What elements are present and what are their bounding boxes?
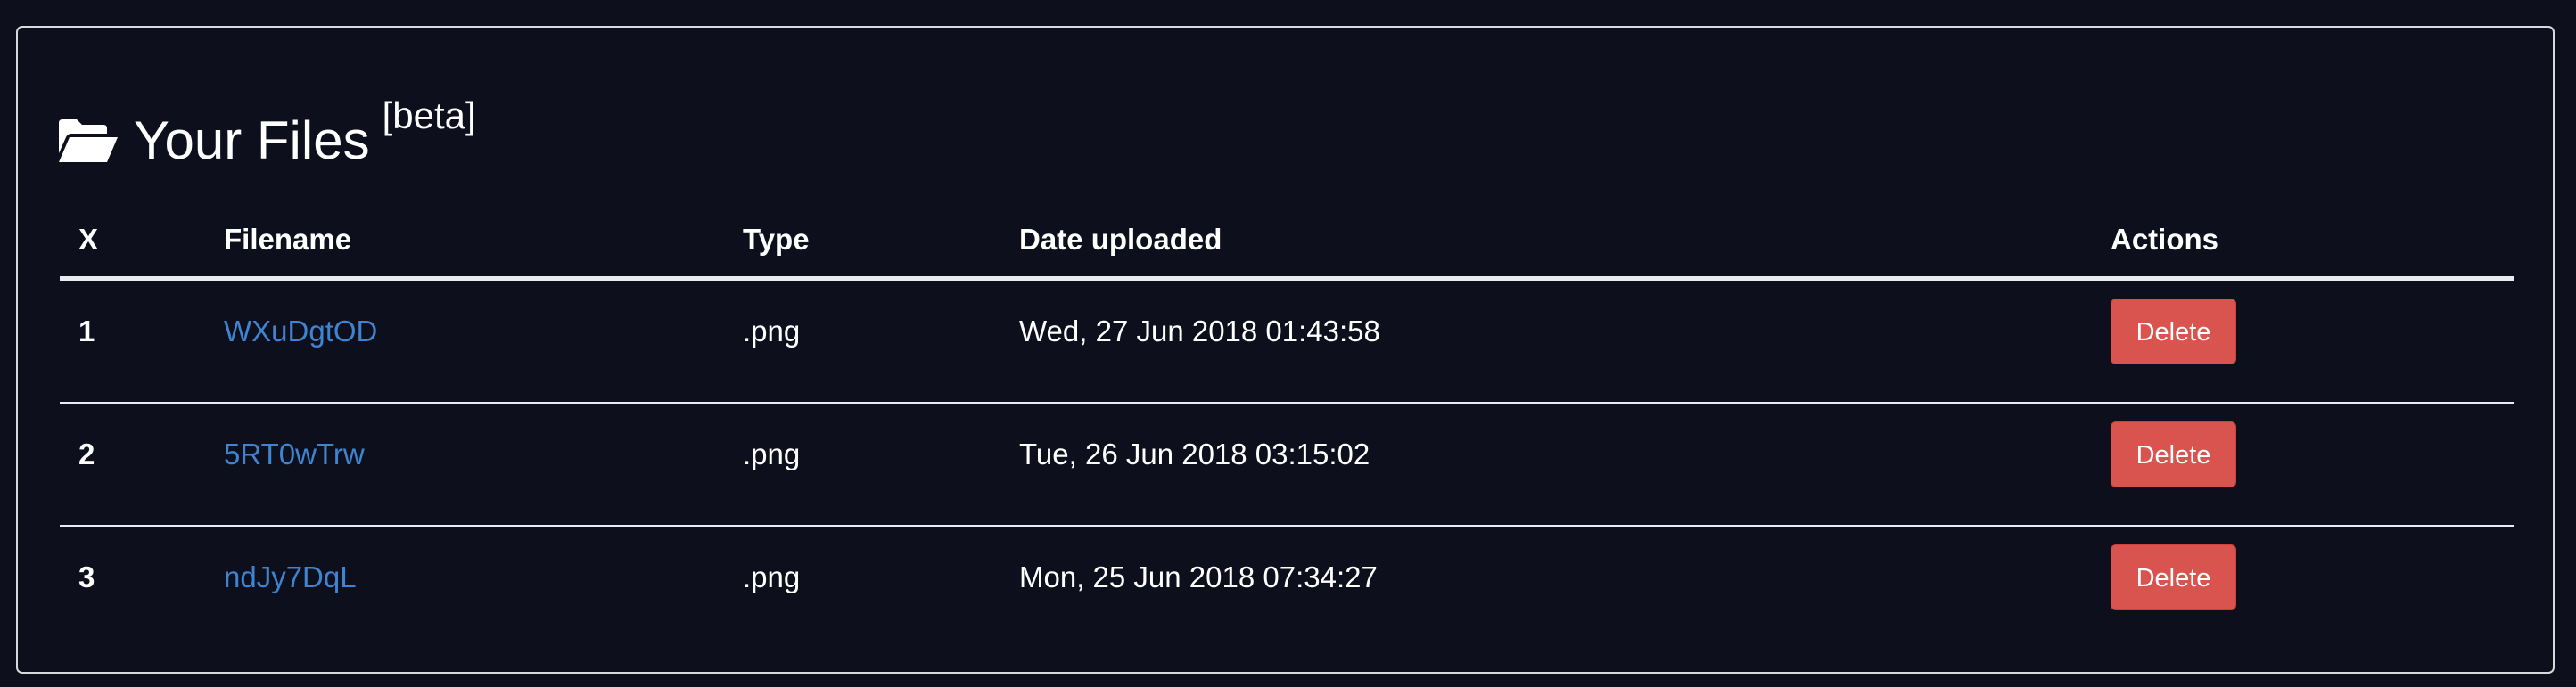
file-type: .png	[743, 560, 801, 593]
upload-date: Mon, 25 Jun 2018 07:34:27	[1019, 560, 1378, 593]
page-title: Your Files	[134, 110, 370, 170]
row-index: 2	[60, 403, 205, 527]
page-heading: Your Files [beta]	[57, 94, 476, 176]
table-row: 1 WXuDgtOD .png Wed, 27 Jun 2018 01:43:5…	[60, 278, 2514, 404]
files-table: X Filename Type Date uploaded Actions 1 …	[60, 203, 2514, 648]
upload-date: Tue, 26 Jun 2018 03:15:02	[1000, 403, 2092, 527]
column-header-filename: Filename	[205, 203, 724, 281]
column-header-type: Type	[724, 203, 1000, 281]
table-row: 3 ndJy7DqL .png Mon, 25 Jun 2018 07:34:2…	[60, 526, 2514, 648]
filename-link[interactable]: WXuDgtOD	[224, 315, 377, 348]
table-row: 2 5RT0wTrw .png Tue, 26 Jun 2018 03:15:0…	[60, 403, 2514, 527]
delete-button[interactable]: Delete	[2111, 544, 2236, 610]
upload-date: Wed, 27 Jun 2018 01:43:58	[1000, 278, 2092, 404]
column-header-date: Date uploaded	[1000, 203, 2092, 281]
row-index: 1	[60, 278, 205, 404]
beta-badge: [beta]	[382, 94, 476, 136]
folder-open-icon	[57, 118, 119, 164]
filename-link[interactable]: ndJy7DqL	[224, 560, 357, 593]
column-header-actions: Actions	[2092, 203, 2514, 281]
file-type: .png	[724, 403, 1000, 527]
delete-button[interactable]: Delete	[2111, 421, 2236, 487]
filename-link[interactable]: 5RT0wTrw	[224, 438, 365, 470]
table-header-row: X Filename Type Date uploaded Actions	[60, 203, 2514, 281]
column-header-index: X	[60, 203, 205, 281]
row-index: 3	[78, 560, 95, 593]
delete-button[interactable]: Delete	[2111, 299, 2236, 364]
file-type: .png	[724, 278, 1000, 404]
